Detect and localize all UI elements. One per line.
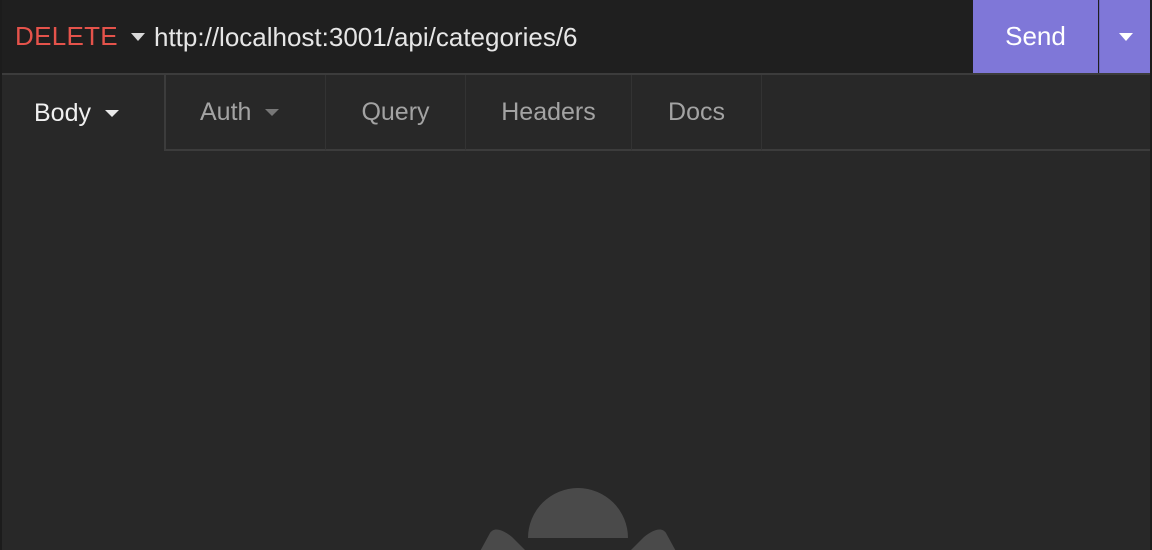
tabs-divider xyxy=(762,75,1150,151)
tab-label: Docs xyxy=(668,97,725,126)
tab-headers[interactable]: Headers xyxy=(466,75,632,151)
send-options-button[interactable] xyxy=(1099,0,1150,73)
send-button[interactable]: Send xyxy=(973,0,1098,73)
tab-label: Headers xyxy=(501,97,596,126)
url-bar: DELETE Send xyxy=(2,0,1150,75)
chevron-down-icon xyxy=(104,109,119,117)
tab-docs[interactable]: Docs xyxy=(632,75,762,151)
request-tabs: Body Auth Query Headers Docs xyxy=(2,75,1150,151)
chevron-down-icon xyxy=(265,108,280,116)
request-pane: DELETE Send Body Auth Query Headers Docs xyxy=(0,0,1152,550)
tab-label: Query xyxy=(361,97,430,126)
chevron-down-icon xyxy=(130,32,145,41)
method-label: DELETE xyxy=(15,21,118,51)
chevron-down-icon xyxy=(1118,32,1133,41)
tab-label: Auth xyxy=(200,97,252,126)
url-input[interactable] xyxy=(154,18,954,56)
tab-label: Body xyxy=(34,98,91,127)
tab-body[interactable]: Body xyxy=(2,75,166,151)
tab-auth[interactable]: Auth xyxy=(166,75,326,151)
empty-state-icon xyxy=(480,488,676,550)
method-selector[interactable]: DELETE xyxy=(2,0,145,73)
tab-query[interactable]: Query xyxy=(326,75,466,151)
